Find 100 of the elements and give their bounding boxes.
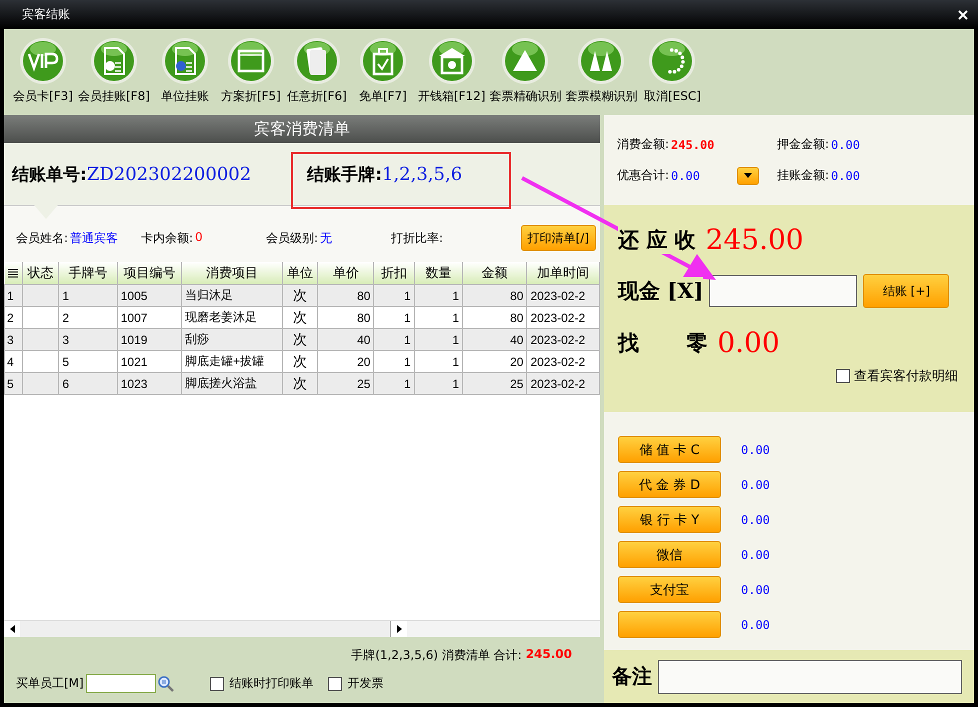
- window-icon: [226, 37, 275, 85]
- payment-method-button[interactable]: 代 金 券 D: [618, 471, 721, 498]
- table-cell: 刮痧: [182, 328, 282, 350]
- toolbar-button[interactable]: 套票模糊识别: [565, 37, 638, 105]
- amount-value: 0.00: [741, 618, 770, 632]
- section-title: 宾客消费清单: [254, 118, 350, 140]
- column-header: 消费项目: [182, 262, 282, 284]
- column-header: 项目编号: [117, 262, 182, 284]
- amount-value: 0.00: [741, 478, 770, 492]
- table-cell: 1023: [117, 372, 182, 394]
- cash-input[interactable]: [709, 275, 858, 307]
- toolbar-button[interactable]: 套票精确识别: [489, 37, 562, 105]
- amount-value: 0.00: [741, 442, 770, 456]
- payment-method-button[interactable]: 支付宝: [618, 576, 721, 603]
- table-cell: 2023-02-2: [526, 284, 600, 306]
- table-cell: 1: [374, 284, 414, 306]
- column-header: 数量: [414, 262, 463, 284]
- column-header: 金额: [462, 262, 527, 284]
- table-cell: 次: [282, 284, 318, 306]
- due-amount: 245.00: [706, 223, 804, 256]
- due-label: 还 应 收: [618, 226, 696, 254]
- column-header: 加单时间: [526, 262, 600, 284]
- row-number: 5: [4, 372, 23, 394]
- table-cell: 1: [58, 284, 118, 306]
- amount-value: 0.00: [741, 582, 770, 596]
- checkbox[interactable]: [836, 369, 850, 383]
- summary-text: 手牌(1,2,3,5,6) 消费清单 合计:: [351, 647, 522, 664]
- vip-icon: [19, 37, 67, 85]
- checkbox[interactable]: [328, 676, 342, 690]
- search-icon[interactable]: [158, 676, 174, 692]
- toolbar-button[interactable]: 任意折[F6]: [286, 37, 348, 105]
- field-value: 0: [195, 230, 203, 246]
- table-cell: 2023-02-2: [526, 328, 600, 350]
- list-icon: [8, 268, 18, 278]
- user-document-icon: [160, 37, 209, 85]
- amount-value: 0.00: [741, 548, 770, 562]
- remark-label: 备注: [612, 663, 652, 690]
- field-label: 消费金额:: [617, 136, 670, 153]
- print-button[interactable]: 打印清单[/]: [520, 225, 596, 251]
- table-cell: 次: [282, 372, 318, 394]
- toolbar-button[interactable]: 会员挂账[F8]: [78, 37, 150, 105]
- tag-numbers: 1,2,3,5,6: [382, 164, 462, 184]
- peaks-icon: [577, 37, 626, 85]
- table-cell: 脚底搓火浴盐: [182, 372, 282, 394]
- table-cell: 2023-02-2: [526, 372, 600, 394]
- table-cell: 25: [318, 372, 374, 394]
- amount-value: 245.00: [671, 138, 714, 152]
- toolbar-button[interactable]: 免单[F7]: [352, 37, 414, 105]
- table-cell: 25: [462, 372, 527, 394]
- left-arrow-icon[interactable]: [10, 625, 14, 633]
- field-value: 无: [320, 230, 332, 246]
- checkbox-label: 开发票: [348, 675, 384, 692]
- table-cell: 1: [374, 372, 414, 394]
- table-cell: 1005: [117, 284, 182, 306]
- horizontal-scrollbar[interactable]: [4, 620, 600, 637]
- toolbar-button[interactable]: 方案折[F5]: [220, 37, 282, 105]
- change-amount: 0.00: [717, 326, 780, 359]
- table-cell: 1: [414, 284, 463, 306]
- order-number: ZD202302200002: [86, 164, 252, 184]
- field-label: 押金金额:: [777, 136, 830, 153]
- toolbar-button[interactable]: 开钱箱[F12]: [418, 37, 486, 105]
- payment-method-button[interactable]: 储 值 卡 C: [618, 436, 721, 463]
- row-number: 3: [4, 328, 23, 350]
- dropdown-button[interactable]: [737, 166, 759, 184]
- table-cell: 1: [414, 328, 463, 350]
- field-label: 会员级别:: [266, 230, 318, 246]
- field-label: 优惠合计:: [617, 167, 670, 184]
- close-icon[interactable]: [958, 10, 968, 20]
- tags-label: 结账手牌:: [307, 164, 382, 186]
- caret-icon: [744, 173, 752, 178]
- cards-icon: [292, 37, 341, 85]
- document-icon: [90, 37, 138, 85]
- field-value: 普通宾客: [70, 230, 118, 246]
- amount-value: 0.00: [741, 512, 770, 526]
- right-arrow-icon[interactable]: [396, 625, 402, 633]
- field-label: 会员姓名:: [16, 230, 68, 246]
- row-number: 1: [4, 284, 23, 306]
- window-title: 宾客结账: [22, 6, 70, 23]
- toolbar-button[interactable]: 取消[ESC]: [641, 37, 704, 105]
- field-label: 挂账金额:: [777, 167, 830, 184]
- cashbox-icon: [428, 37, 476, 85]
- checkbox-label: 结账时打印账单: [230, 675, 314, 692]
- spinner-icon: [648, 37, 696, 85]
- remark-input[interactable]: [658, 660, 962, 694]
- table-cell: 80: [318, 284, 374, 306]
- payment-method-button[interactable]: 微信: [618, 541, 721, 568]
- table-cell: [22, 328, 59, 350]
- settle-button[interactable]: 结账 [+]: [863, 274, 950, 308]
- staff-input[interactable]: [86, 674, 156, 693]
- table-cell: [22, 372, 59, 394]
- column-header: 单价: [318, 262, 374, 284]
- toolbar-button[interactable]: 单位挂账: [154, 37, 216, 105]
- checkbox[interactable]: [210, 676, 224, 690]
- table-cell: 3: [58, 328, 118, 350]
- checkbox-label: 查看宾客付款明细: [854, 368, 958, 385]
- field-label: 卡内余额:: [141, 230, 194, 246]
- payment-method-button[interactable]: 银 行 卡 Y: [618, 506, 721, 533]
- amount-value: 0.00: [831, 138, 860, 152]
- toolbar-button[interactable]: 会员卡[F3]: [12, 37, 74, 105]
- column-header: 折扣: [374, 262, 414, 284]
